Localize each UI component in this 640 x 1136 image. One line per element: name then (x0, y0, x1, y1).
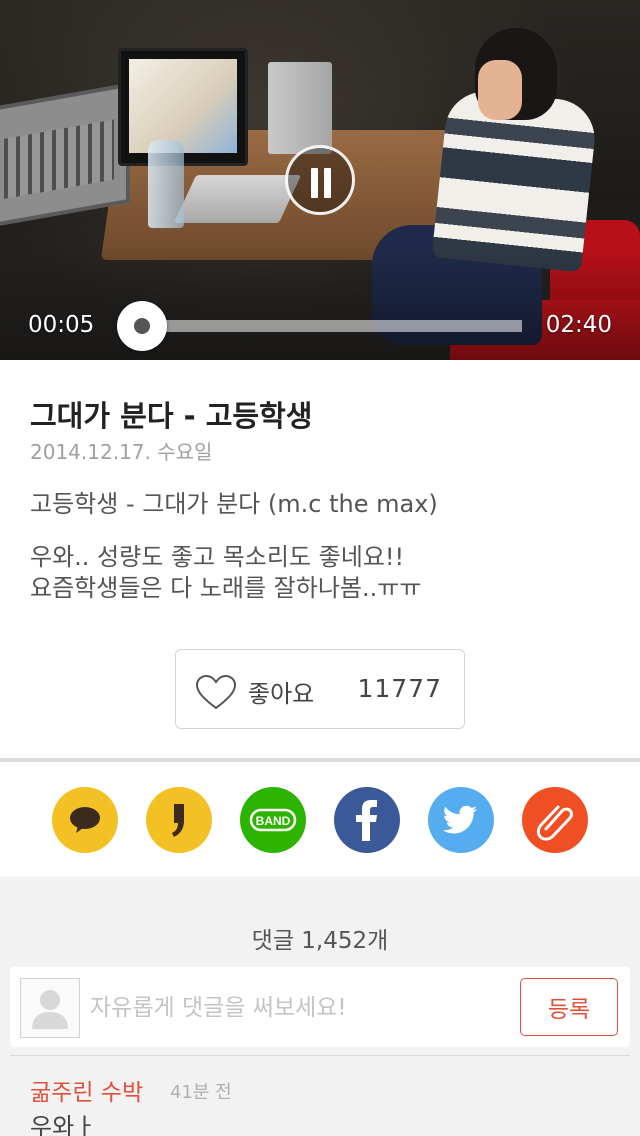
heart-outline-icon (195, 674, 237, 710)
facebook-icon (356, 800, 377, 841)
submit-comment-button[interactable]: 등록 (520, 978, 618, 1036)
pause-icon (311, 168, 318, 198)
like-count: 11777 (357, 674, 442, 703)
comment-author[interactable]: 굶주린 수박 (30, 1073, 143, 1107)
pause-button[interactable] (285, 145, 355, 215)
paperclip-icon (536, 805, 573, 841)
kakaostory-icon (172, 804, 184, 837)
avatar (20, 978, 80, 1038)
duration: 02:40 (545, 312, 612, 338)
like-label: 좋아요 (248, 680, 315, 708)
post-description-text: 우와.. 성량도 좋고 목소리도 좋네요!! 요즘학생들은 다 노래를 잘하나봄… (30, 542, 421, 604)
video-player[interactable]: 00:05 02:40 (0, 0, 640, 360)
share-kakaostory-button[interactable] (146, 787, 212, 853)
band-label: BAND (256, 814, 291, 828)
comments-section: 댓글 1,452개 등록 굶주린 수박 41분 전 우와ㅏ (0, 877, 640, 1136)
post-title: 그대가 분다 - 고등학생 (30, 399, 313, 433)
video-scene-computer (268, 62, 332, 154)
share-bar: BAND (0, 762, 640, 877)
comment-text: 우와ㅏ (30, 1113, 97, 1136)
share-band-button[interactable]: BAND (240, 787, 306, 853)
comment-input[interactable] (90, 991, 510, 1025)
share-copy-link-button[interactable] (522, 787, 588, 853)
kakaotalk-icon (70, 807, 100, 833)
band-icon: BAND (249, 808, 297, 832)
comment-composer: 등록 (10, 967, 630, 1047)
share-kakaotalk-button[interactable] (52, 787, 118, 853)
post-info: 그대가 분다 - 고등학생 2014.12.17. 수요일 고등학생 - 그대가… (0, 360, 640, 758)
current-time: 00:05 (28, 312, 95, 338)
user-placeholder-icon (32, 990, 68, 1029)
comment-time: 41분 전 (170, 1082, 232, 1103)
video-scene-laptop (173, 175, 302, 223)
post-date: 2014.12.17. 수요일 (30, 440, 213, 464)
share-facebook-button[interactable] (334, 787, 400, 853)
post-description-line: 요즘학생들은 다 노래를 잘하나봄..ㅠㅠ (30, 574, 422, 602)
seek-bar[interactable] (142, 320, 522, 332)
video-scene-mixer (0, 82, 130, 228)
share-twitter-button[interactable] (428, 787, 494, 853)
seek-thumb[interactable] (117, 301, 167, 351)
comment-divider (10, 1055, 630, 1056)
comment-count: 댓글 1,452개 (251, 928, 389, 954)
video-scene-bottle (148, 140, 184, 228)
post-description-song: 고등학생 - 그대가 분다 (m.c the max) (30, 490, 438, 518)
post-description-line: 우와.. 성량도 좋고 목소리도 좋네요!! (30, 543, 405, 571)
like-button[interactable]: 좋아요 11777 (175, 649, 465, 729)
video-scene-person-face (478, 60, 522, 120)
twitter-icon (442, 805, 477, 834)
video-controls-shade (0, 250, 640, 360)
